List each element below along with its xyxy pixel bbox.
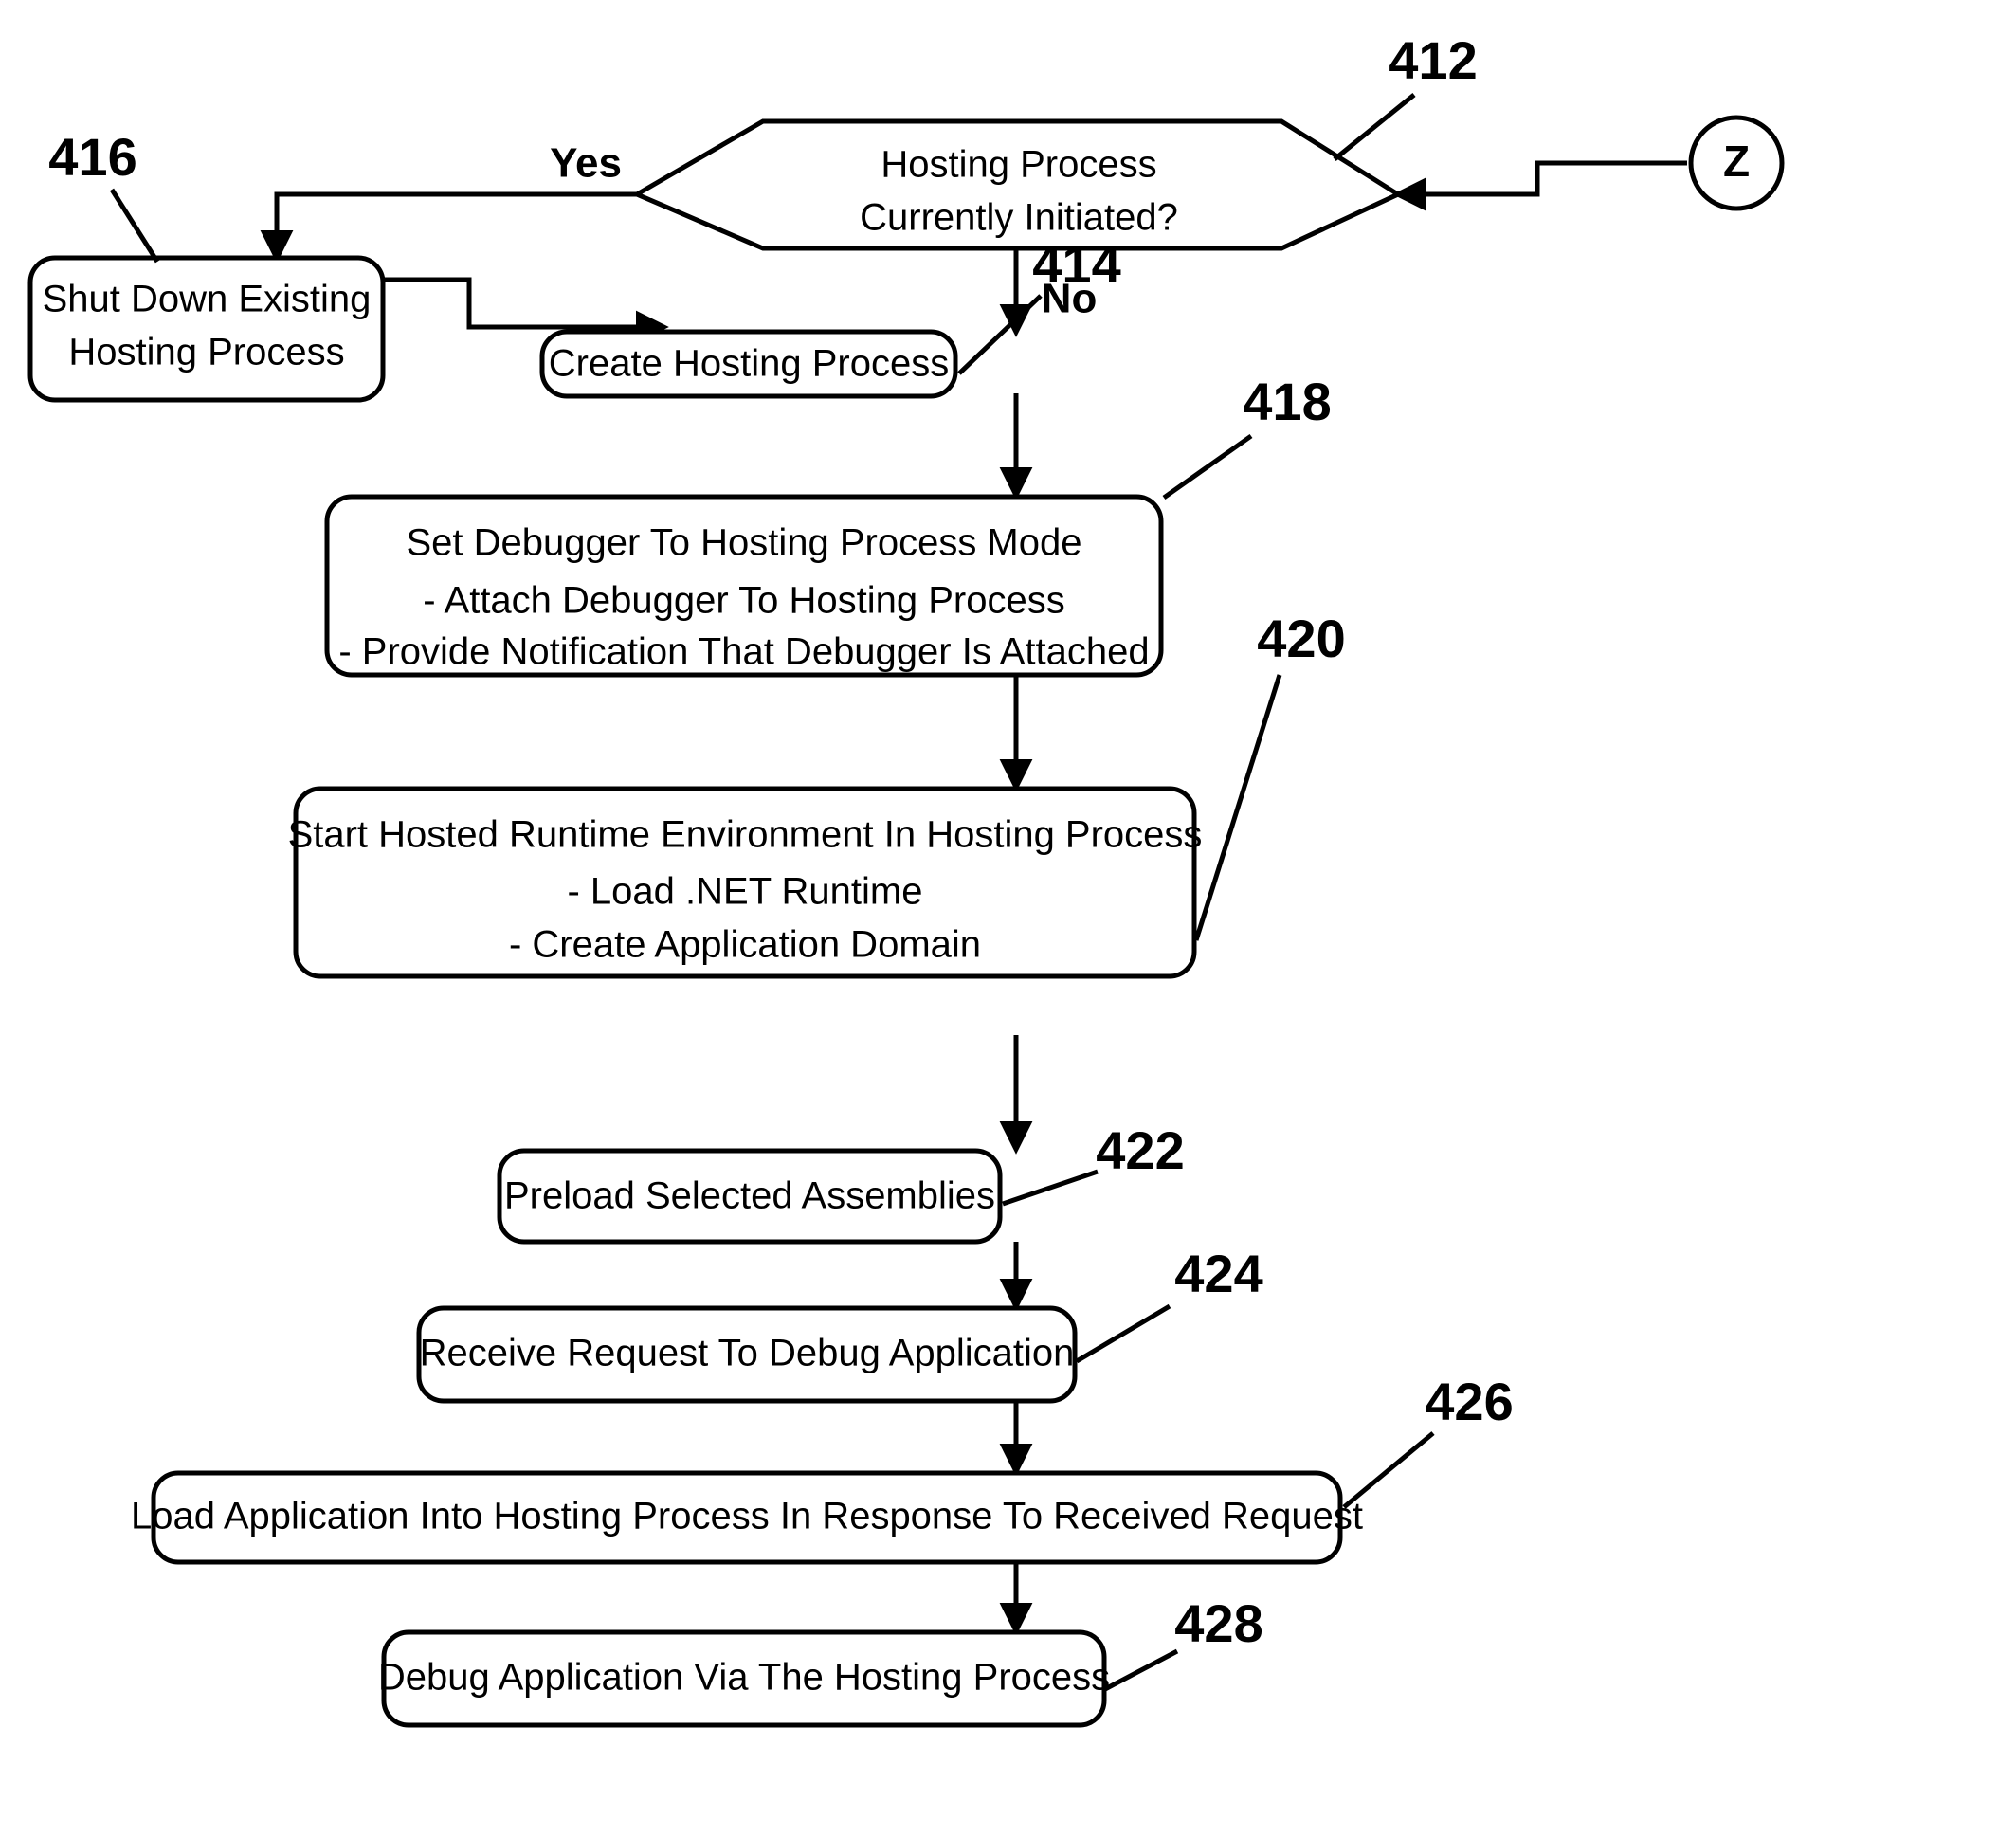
decision-412-line2: Currently Initiated? — [860, 197, 1178, 239]
ref-label-418: 418 — [1162, 372, 1332, 500]
box-416-line1: Shut Down Existing — [43, 279, 372, 320]
box-422-line1: Preload Selected Assemblies — [504, 1175, 995, 1217]
flowchart-svg: Hosting Process Currently Initiated? Z S… — [27, 30, 1785, 1728]
figure-canvas: Hosting Process Currently Initiated? Z S… — [0, 0, 2016, 1837]
ref-412-text: 412 — [1389, 30, 1477, 90]
ref-label-416: 416 — [48, 127, 160, 264]
node-preload-selected-assemblies[interactable]: Preload Selected Assemblies — [497, 1148, 1003, 1245]
edge-z-to-decision — [1392, 160, 1687, 211]
box-426-line1: Load Application Into Hosting Process In… — [131, 1496, 1363, 1537]
ref-422-text: 422 — [1096, 1120, 1184, 1180]
ref-label-426: 426 — [1342, 1372, 1514, 1509]
box-424-line1: Receive Request To Debug Application — [420, 1333, 1075, 1374]
node-shut-down-existing-hosting-process[interactable]: Shut Down Existing Hosting Process — [27, 255, 386, 403]
ref-label-422: 422 — [1002, 1120, 1185, 1207]
node-debug-application-via-hosting-process[interactable]: Debug Application Via The Hosting Proces… — [378, 1629, 1110, 1728]
box-418-line1: Set Debugger To Hosting Process Mode — [407, 522, 1082, 564]
edge-decision-yes-to-416 — [260, 191, 637, 264]
edge-416-to-414 — [383, 277, 669, 344]
box-418-line2: - Attach Debugger To Hosting Process — [423, 580, 1064, 622]
branch-label-no: No — [1042, 276, 1098, 322]
ref-416-text: 416 — [48, 127, 136, 187]
connector-z-label: Z — [1723, 136, 1750, 186]
box-418-line3: - Provide Notification That Debugger Is … — [338, 631, 1149, 673]
node-create-hosting-process[interactable]: Create Hosting Process — [539, 329, 958, 399]
box-428-line1: Debug Application Via The Hosting Proces… — [378, 1657, 1110, 1699]
box-420-line2: - Load .NET Runtime — [568, 871, 923, 913]
offpage-connector-z[interactable]: Z — [1688, 115, 1785, 211]
ref-426-text: 426 — [1425, 1372, 1513, 1431]
node-receive-request-to-debug-application[interactable]: Receive Request To Debug Application — [416, 1305, 1078, 1404]
ref-428-text: 428 — [1174, 1593, 1262, 1653]
ref-label-428: 428 — [1103, 1593, 1263, 1692]
box-420-line1: Start Hosted Runtime Environment In Host… — [288, 814, 1203, 856]
box-420-line3: - Create Application Domain — [509, 924, 981, 966]
ref-424-text: 424 — [1174, 1244, 1262, 1303]
ref-label-412: 412 — [1333, 30, 1478, 161]
ref-420-text: 420 — [1257, 609, 1345, 668]
node-start-hosted-runtime-environment[interactable]: Start Hosted Runtime Environment In Host… — [288, 786, 1203, 979]
ref-label-420: 420 — [1193, 609, 1346, 941]
box-414-line1: Create Hosting Process — [549, 343, 949, 385]
decision-412-line1: Hosting Process — [881, 144, 1156, 186]
box-416-line2: Hosting Process — [68, 332, 344, 373]
node-set-debugger-to-hosting-process-mode[interactable]: Set Debugger To Hosting Process Mode - A… — [324, 494, 1164, 678]
decision-hosting-process-initiated[interactable]: Hosting Process Currently Initiated? — [631, 118, 1404, 251]
branch-label-yes: Yes — [550, 140, 622, 187]
ref-418-text: 418 — [1243, 372, 1331, 431]
node-load-application-into-hosting-process[interactable]: Load Application Into Hosting Process In… — [131, 1470, 1363, 1565]
ref-label-424: 424 — [1075, 1244, 1263, 1364]
